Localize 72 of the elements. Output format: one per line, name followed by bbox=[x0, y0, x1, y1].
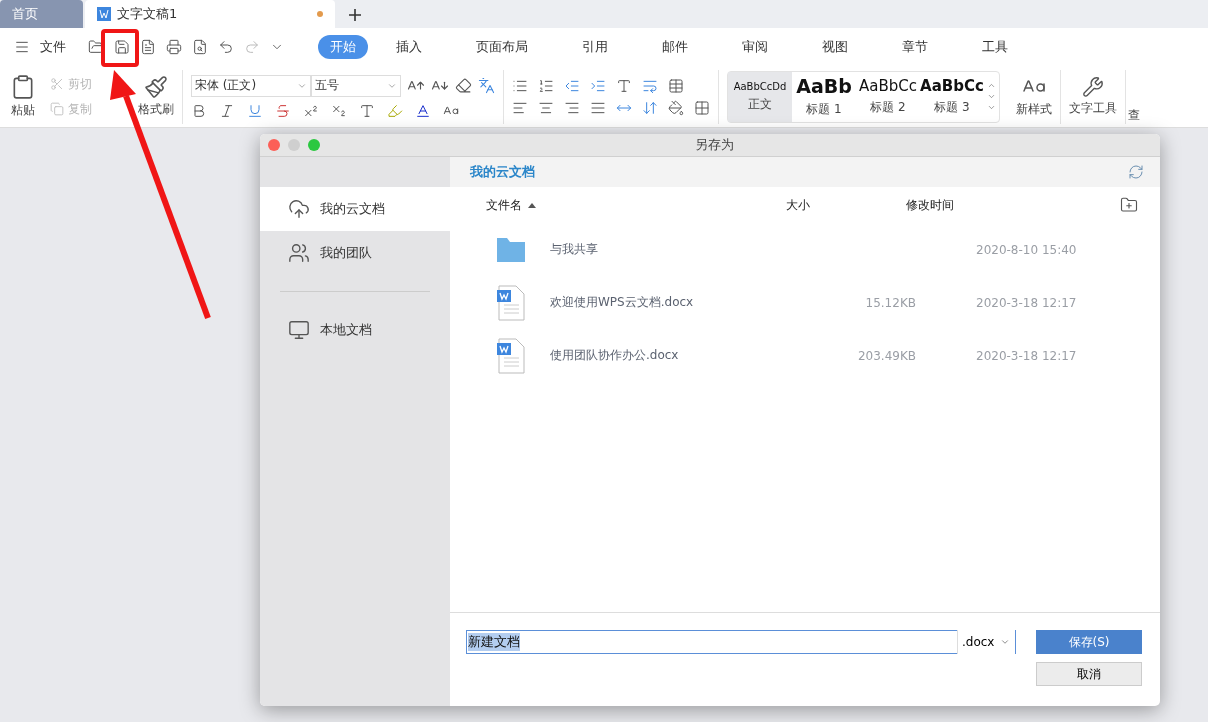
format-painter-button[interactable]: 格式刷 bbox=[138, 101, 174, 118]
new-folder-icon[interactable] bbox=[1120, 196, 1138, 214]
numbering-icon[interactable] bbox=[538, 77, 554, 94]
ribbon-tab[interactable]: 邮件 bbox=[650, 35, 700, 59]
word-document-icon bbox=[496, 284, 526, 321]
style-preset[interactable]: AaBb 标题 1 bbox=[792, 71, 856, 122]
style-preset[interactable]: AaBbCc 标题 3 bbox=[920, 71, 984, 122]
style-preset[interactable]: AaBbCc 标题 2 bbox=[856, 71, 920, 122]
ribbon-tab[interactable]: 视图 bbox=[810, 35, 860, 59]
phonetic-icon[interactable] bbox=[478, 77, 495, 94]
find-button[interactable]: 查 bbox=[1128, 106, 1140, 124]
size-column-header[interactable]: 大小 bbox=[786, 196, 906, 214]
font-select[interactable]: 宋体 (正文) bbox=[191, 74, 311, 97]
highlight-box bbox=[101, 29, 139, 67]
monitor-icon[interactable] bbox=[288, 319, 310, 341]
eraser-icon[interactable] bbox=[455, 77, 472, 94]
file-size: 203.49KB bbox=[856, 348, 916, 363]
bold-icon[interactable] bbox=[191, 102, 207, 119]
file-size: 15.12KB bbox=[864, 295, 916, 310]
document-icon bbox=[97, 7, 111, 21]
new-style-button[interactable]: 新样式 bbox=[1016, 101, 1052, 118]
ribbon-tab[interactable]: 章节 bbox=[890, 35, 940, 59]
shading-icon[interactable] bbox=[668, 99, 684, 116]
style-preset[interactable]: AaBbCcDd 正文 bbox=[728, 71, 792, 122]
file-date: 2020-3-18 12:17 bbox=[975, 348, 1078, 363]
font-color-icon[interactable] bbox=[415, 102, 431, 119]
word-document-icon bbox=[496, 337, 526, 374]
ribbon-tab[interactable]: 审阅 bbox=[730, 35, 780, 59]
text-tools-button[interactable]: 文字工具 bbox=[1069, 100, 1117, 117]
brush-icon[interactable] bbox=[144, 75, 168, 99]
save-icon[interactable] bbox=[114, 39, 130, 55]
font-size-select[interactable]: 五号 bbox=[311, 74, 401, 97]
document-tab[interactable]: 文字文稿1 bbox=[85, 0, 335, 28]
dropdown-caret-icon bbox=[1000, 637, 1011, 647]
sort-up-icon bbox=[528, 202, 536, 208]
ribbon-tab[interactable]: 插入 bbox=[384, 35, 434, 59]
save-button[interactable]: 保存(S) bbox=[1036, 630, 1142, 654]
name-column-header[interactable]: 文件名 bbox=[486, 196, 522, 214]
file-row[interactable]: 与我共享 2020-8-10 15:40 bbox=[450, 223, 1160, 276]
refresh-icon[interactable] bbox=[1128, 164, 1144, 180]
file-date: 2020-8-10 15:40 bbox=[975, 242, 1078, 257]
people-icon[interactable] bbox=[288, 242, 310, 264]
file-date: 2020-3-18 12:17 bbox=[975, 295, 1078, 310]
table-icon[interactable] bbox=[668, 77, 684, 94]
sidebar-item[interactable]: 本地文档 bbox=[260, 308, 450, 352]
sidebar-item[interactable]: 我的云文档 bbox=[260, 187, 450, 231]
strikethrough-icon[interactable] bbox=[275, 102, 291, 119]
file-menu[interactable]: 文件 bbox=[40, 38, 66, 56]
dialog-title: 另存为 bbox=[693, 136, 735, 154]
undo-icon[interactable] bbox=[218, 39, 234, 55]
print-icon[interactable] bbox=[166, 39, 182, 55]
wrench-icon[interactable] bbox=[1082, 76, 1104, 98]
folder-icon bbox=[496, 236, 526, 263]
ribbon-tab[interactable]: 页面布局 bbox=[464, 35, 540, 59]
file-row[interactable]: 使用团队协作办公.docx 203.49KB 2020-3-18 12:17 bbox=[450, 329, 1160, 382]
open-icon[interactable] bbox=[88, 39, 104, 55]
print-preview-icon[interactable] bbox=[192, 39, 208, 55]
sidebar-item[interactable]: 我的团队 bbox=[260, 231, 450, 275]
format-select[interactable]: .docx bbox=[957, 630, 1015, 654]
italic-icon[interactable] bbox=[219, 102, 235, 119]
pdf-icon[interactable] bbox=[140, 39, 156, 55]
borders-icon[interactable] bbox=[694, 99, 710, 116]
line-spacing-icon[interactable] bbox=[642, 99, 658, 116]
underline-icon[interactable] bbox=[247, 102, 263, 119]
modified-column-header[interactable]: 修改时间 bbox=[906, 196, 1120, 214]
cancel-button[interactable]: 取消 bbox=[1036, 662, 1142, 686]
location-title: 我的云文档 bbox=[470, 163, 535, 181]
ribbon-tab[interactable]: 引用 bbox=[570, 35, 620, 59]
file-row[interactable]: 欢迎使用WPS云文档.docx 15.12KB 2020-3-18 12:17 bbox=[450, 276, 1160, 329]
paste-button[interactable]: 粘贴 bbox=[11, 102, 35, 119]
menu-icon[interactable] bbox=[14, 39, 30, 55]
ribbon-tab[interactable]: 工具 bbox=[970, 35, 1020, 59]
